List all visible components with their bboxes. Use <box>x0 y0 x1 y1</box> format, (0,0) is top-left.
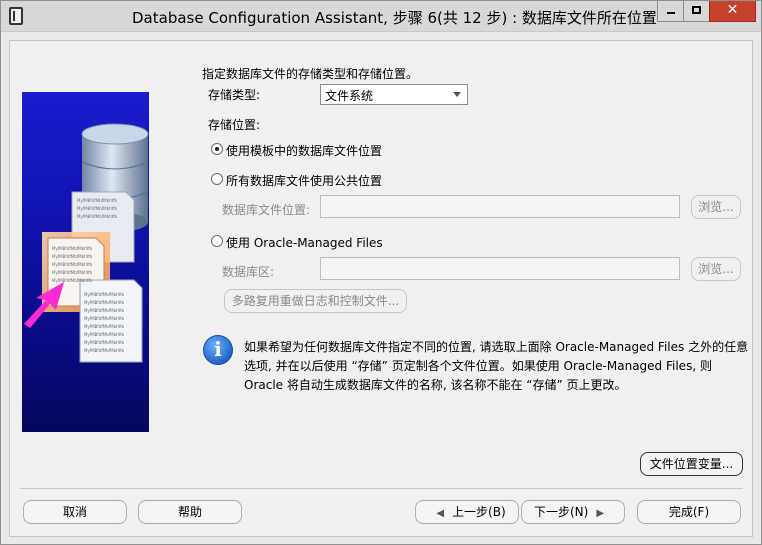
svg-text:MyfMBfdfMbfMbfdfb: MyfMBfdfMbfMbfdfb <box>52 270 93 275</box>
info-line-1: 如果希望为任何数据库文件指定不同的位置, 请选取上面除 Oracle-Manag… <box>244 340 749 354</box>
svg-text:MyfMBfdfMbfMbfdfb: MyfMBfdfMbfMbfdfb <box>77 214 118 219</box>
title-bar[interactable]: Database Configuration Assistant, 步骤 6(共… <box>1 1 761 32</box>
multiplex-redo-button[interactable]: 多路复用重做日志和控制文件... <box>224 289 407 313</box>
back-label: 上一步(B) <box>452 505 506 519</box>
next-button[interactable]: 下一步(N) ▶ <box>521 500 625 524</box>
svg-text:MyfMBfdfMbfMbfdfb: MyfMBfdfMbfMbfdfb <box>52 262 93 267</box>
radio-common-label[interactable]: 所有数据库文件使用公共位置 <box>226 172 382 189</box>
storage-type-value: 文件系统 <box>325 89 374 103</box>
svg-text:MyfMBfdfMbfMbfdfb: MyfMBfdfMbfMbfdfb <box>84 308 125 313</box>
window-title: Database Configuration Assistant, 步骤 6(共… <box>132 9 657 27</box>
radio-common-location[interactable] <box>211 173 223 185</box>
chevron-left-icon: ◀ <box>436 508 445 519</box>
svg-text:MyfMBfdfMbfMbfdfb: MyfMBfdfMbfMbfdfb <box>84 292 125 297</box>
back-button[interactable]: ◀ 上一步(B) <box>415 500 519 524</box>
intro-text: 指定数据库文件的存储类型和存储位置。 <box>202 67 419 81</box>
dialog-content: MyfMBfdfMbfMbfdfb MyfMBfdfMbfMbfdfb MyfM… <box>9 40 753 537</box>
storage-type-select[interactable]: 文件系统 <box>320 84 468 105</box>
svg-text:MyfMBfdfMbfMbfdfb: MyfMBfdfMbfMbfdfb <box>77 198 118 203</box>
chevron-down-icon <box>453 92 461 97</box>
browse-button-2[interactable]: 浏览... <box>691 257 741 281</box>
radio-template-label[interactable]: 使用模板中的数据库文件位置 <box>226 142 382 159</box>
svg-text:MyfMBfdfMbfMbfdfb: MyfMBfdfMbfMbfdfb <box>84 324 125 329</box>
storage-location-label: 存储位置: <box>208 118 261 132</box>
svg-text:MyfMBfdfMbfMbfdfb: MyfMBfdfMbfMbfdfb <box>52 278 93 283</box>
chevron-right-icon: ▶ <box>596 508 605 519</box>
svg-text:MyfMBfdfMbfMbfdfb: MyfMBfdfMbfMbfdfb <box>84 332 125 337</box>
dbca-window: Database Configuration Assistant, 步骤 6(共… <box>0 0 762 545</box>
svg-text:MyfMBfdfMbfMbfdfb: MyfMBfdfMbfMbfdfb <box>52 254 93 259</box>
next-label: 下一步(N) <box>533 505 589 519</box>
database-cylinder-top <box>81 123 149 145</box>
file-location-variables-button[interactable]: 文件位置变量... <box>640 452 743 476</box>
radio-template-locations[interactable] <box>211 143 223 155</box>
svg-text:MyfMBfdfMbfMbfdfb: MyfMBfdfMbfMbfdfb <box>77 206 118 211</box>
help-button[interactable]: 帮助 <box>138 500 242 524</box>
db-file-location-label: 数据库文件位置: <box>222 203 311 217</box>
minimize-button[interactable] <box>657 1 684 22</box>
info-line-3: Oracle 将自动生成数据库文件的名称, 该名称不能在 “存储” 页上更改。 <box>244 378 627 392</box>
svg-text:MyfMBfdfMbfMbfdfb: MyfMBfdfMbfMbfdfb <box>84 300 125 305</box>
maximize-button[interactable] <box>683 1 710 22</box>
database-illustration: MyfMBfdfMbfMbfdfb MyfMBfdfMbfMbfdfb MyfM… <box>24 123 149 363</box>
radio-oracle-managed-label[interactable]: 使用 Oracle-Managed Files <box>226 234 383 251</box>
db-area-field[interactable] <box>320 257 680 280</box>
browse-button-1[interactable]: 浏览... <box>691 195 741 219</box>
finish-button[interactable]: 完成(F) <box>637 500 741 524</box>
maximize-icon <box>692 6 701 14</box>
db-area-label: 数据库区: <box>222 265 275 279</box>
close-button[interactable]: ✕ <box>709 1 756 22</box>
close-icon: ✕ <box>726 2 739 18</box>
app-icon <box>9 7 23 25</box>
cancel-button[interactable]: 取消 <box>23 500 127 524</box>
info-icon: i <box>203 335 233 365</box>
svg-text:MyfMBfdfMbfMbfdfb: MyfMBfdfMbfMbfdfb <box>84 316 125 321</box>
info-line-2: 选项, 并在以后使用 “存储” 页定制各个文件位置。如果使用 Oracle-Ma… <box>244 359 712 373</box>
minimize-icon <box>666 12 675 14</box>
svg-text:MyfMBfdfMbfMbfdfb: MyfMBfdfMbfMbfdfb <box>84 348 125 353</box>
radio-oracle-managed[interactable] <box>211 235 223 247</box>
db-file-location-field[interactable] <box>320 195 680 218</box>
svg-text:MyfMBfdfMbfMbfdfb: MyfMBfdfMbfMbfdfb <box>52 246 93 251</box>
svg-text:MyfMBfdfMbfMbfdfb: MyfMBfdfMbfMbfdfb <box>84 340 125 345</box>
storage-type-label: 存储类型: <box>208 88 261 102</box>
wizard-side-image: MyfMBfdfMbfMbfdfb MyfMBfdfMbfMbfdfb MyfM… <box>22 92 149 432</box>
footer-separator <box>20 488 743 489</box>
